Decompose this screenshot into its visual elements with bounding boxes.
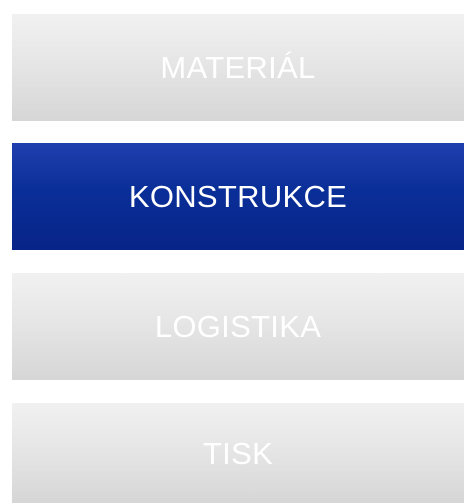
menu-item-logistika[interactable]: LOGISTIKA	[12, 273, 464, 380]
menu-item-material[interactable]: MATERIÁL	[12, 14, 464, 121]
menu-item-konstrukce[interactable]: KONSTRUKCE	[12, 143, 464, 250]
menu-item-label: TISK	[202, 435, 274, 471]
category-menu: MATERIÁL KONSTRUKCE LOGISTIKA TISK	[0, 0, 464, 503]
menu-item-label: LOGISTIKA	[154, 309, 322, 344]
menu-item-label: MATERIÁL	[160, 50, 316, 85]
menu-item-tisk[interactable]: TISK	[12, 403, 464, 503]
menu-item-label: KONSTRUKCE	[128, 179, 348, 214]
